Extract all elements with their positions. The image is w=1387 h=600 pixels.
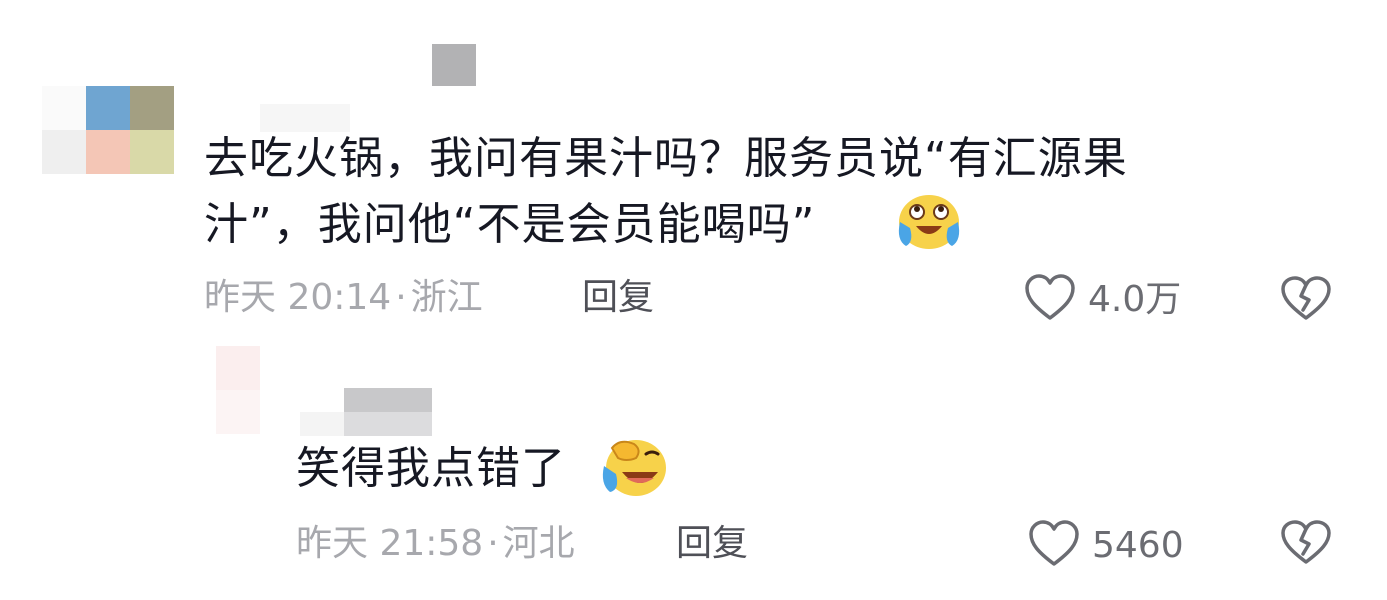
comment-text-line-2: 汁”，我问他“不是会员能喝吗” — [204, 188, 815, 262]
like-count: 5460 — [1092, 525, 1184, 566]
heart-outline-icon[interactable] — [1024, 274, 1076, 322]
broken-heart-icon[interactable] — [1280, 520, 1332, 566]
broken-heart-icon[interactable] — [1280, 276, 1332, 322]
comment-location: 浙江 — [410, 277, 483, 318]
comment-time: 昨天 20:14 — [204, 277, 392, 318]
meta-separator: · — [487, 523, 499, 564]
comment-text-line-1: 笑得我点错了 — [296, 443, 566, 494]
avatar[interactable] — [216, 346, 260, 434]
comment-meta: 昨天 20:14 · 浙江 — [204, 276, 483, 320]
comment-meta: 昨天 21:58 · 河北 — [296, 522, 575, 566]
crying-laughing-emoji — [898, 195, 960, 249]
heart-outline-icon[interactable] — [1028, 520, 1080, 568]
meta-separator: · — [395, 277, 407, 318]
facepalm-laughing-emoji — [602, 440, 666, 496]
comment-location: 河北 — [502, 523, 575, 564]
reply-button[interactable]: 回复 — [582, 276, 654, 320]
avatar[interactable] — [42, 86, 174, 174]
username[interactable] — [300, 388, 436, 438]
comment-time: 昨天 21:58 — [296, 523, 484, 564]
reply-button[interactable]: 回复 — [676, 522, 748, 566]
comment-text-line-1: 去吃火锅，我问有果汁吗？服务员说“有汇源果 — [204, 133, 1128, 184]
comment-text-line-2-content: 汁”，我问他“不是会员能喝吗” — [204, 199, 816, 250]
username[interactable] — [260, 44, 480, 134]
like-count: 4.0万 — [1088, 279, 1182, 320]
